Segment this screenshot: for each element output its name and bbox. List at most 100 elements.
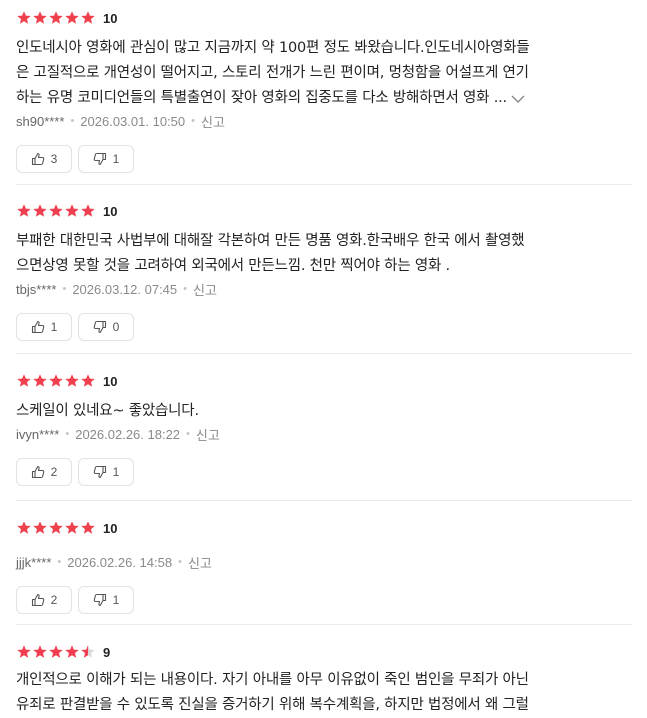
review-date: 2026.03.01. 10:50	[80, 113, 186, 129]
dislike-count: 0	[112, 320, 120, 334]
star-icon	[81, 374, 95, 387]
report-link[interactable]: 신고	[193, 280, 217, 299]
thumbs-down-icon	[93, 152, 106, 166]
thumbs-up-icon	[31, 152, 44, 166]
review-text-line: 으면상영 못할 것을 고려하여 외국에서 만든느낌. 천만 찍어야 하는 영화 …	[16, 258, 450, 274]
star-icon	[33, 11, 47, 24]
star-icon	[81, 204, 95, 217]
report-link[interactable]: 신고	[201, 112, 225, 131]
reviewer-id: jjjk****	[16, 554, 52, 570]
review-item: 10 스케일이 있네요~ 좋았습니다. ivyn**** • 2026.02.2…	[16, 373, 632, 486]
like-count: 2	[50, 593, 58, 607]
review-item: 10 jjjk**** • 2026.02.26. 14:58 • 신고 2 1	[16, 520, 632, 614]
star-icon	[17, 204, 31, 217]
dislike-button[interactable]: 1	[78, 145, 134, 173]
like-count: 1	[50, 320, 58, 334]
report-link[interactable]: 신고	[196, 425, 220, 444]
review-date: 2026.02.26. 14:58	[67, 554, 173, 570]
rating: 10	[16, 520, 632, 536]
review-item: 9 개인적으로 이해가 되는 내용이다. 자기 아내를 아무 이유없이 죽인 범…	[16, 644, 632, 718]
star-icon	[49, 204, 63, 217]
rating-score: 10	[103, 373, 118, 389]
star-icon	[49, 374, 63, 387]
star-rating	[16, 520, 96, 536]
chevron-down-icon[interactable]	[511, 94, 525, 104]
dislike-button[interactable]: 1	[78, 458, 134, 486]
like-count: 3	[50, 152, 58, 166]
review-text-line: 부패한 대한민국 사법부에 대해잘 각본하여 만든 명품 영화.한국배우 한국 …	[16, 233, 525, 249]
review-text-line-more[interactable]: 하는 유명 코미디언들의 특별출연이 잦아 영화의 집중도를 다소 방해하면서 …	[16, 86, 632, 111]
thumbs-down-icon	[93, 593, 106, 607]
review-text: 개인적으로 이해가 되는 내용이다. 자기 아내를 아무 이유없이 죽인 범인을…	[16, 668, 632, 718]
star-icon	[65, 11, 79, 24]
rating: 10	[16, 10, 632, 26]
star-rating	[16, 203, 96, 219]
rating-score: 9	[103, 644, 111, 660]
star-icon	[49, 521, 63, 534]
review-text-line: 인도네시아 영화에 관심이 많고 지금까지 약 100편 정도 봐왔습니다.인도…	[16, 40, 530, 56]
review-text-line: 유죄로 판결받을 수 있도록 진실을 증거하기 위해 복수계획을, 하지만 법정…	[16, 697, 529, 713]
vote-actions: 1 0	[16, 313, 632, 341]
review-meta: tbjs**** • 2026.03.12. 07:45 • 신고	[16, 279, 632, 299]
review-meta: ivyn**** • 2026.02.26. 18:22 • 신고	[16, 424, 632, 444]
star-icon	[33, 521, 47, 534]
review-text: 인도네시아 영화에 관심이 많고 지금까지 약 100편 정도 봐왔습니다.인도…	[16, 36, 632, 111]
report-link[interactable]: 신고	[188, 553, 212, 572]
review-text-line: 개인적으로 이해가 되는 내용이다. 자기 아내를 아무 이유없이 죽인 범인을…	[16, 672, 529, 688]
thumbs-up-icon	[31, 593, 44, 607]
star-icon	[49, 645, 63, 658]
separator-dot: •	[183, 283, 188, 295]
star-icon	[17, 645, 31, 658]
star-icon	[65, 645, 79, 658]
reviewer-id: tbjs****	[16, 281, 57, 297]
review-date: 2026.03.12. 07:45	[72, 281, 178, 297]
vote-actions: 2 1	[16, 586, 632, 614]
thumbs-up-icon	[31, 320, 44, 334]
dislike-count: 1	[112, 152, 120, 166]
review-date: 2026.02.26. 18:22	[75, 426, 181, 442]
review-meta: jjjk**** • 2026.02.26. 14:58 • 신고	[16, 552, 632, 572]
thumbs-down-icon	[93, 465, 106, 479]
like-button[interactable]: 2	[16, 586, 72, 614]
divider	[16, 353, 632, 354]
rating: 10	[16, 373, 632, 389]
review-meta: sh90**** • 2026.03.01. 10:50 • 신고	[16, 111, 632, 131]
like-count: 2	[50, 465, 58, 479]
like-button[interactable]: 1	[16, 313, 72, 341]
star-rating	[16, 644, 96, 660]
like-button[interactable]: 3	[16, 145, 72, 173]
divider	[16, 624, 632, 625]
star-rating	[16, 373, 96, 389]
review-text-line: 은 고질적으로 개연성이 떨어지고, 스토리 전개가 느린 편이며, 멍청함을 …	[16, 65, 529, 81]
separator-dot: •	[186, 428, 190, 440]
star-icon	[33, 645, 47, 658]
star-icon	[65, 374, 79, 387]
thumbs-up-icon	[31, 465, 44, 479]
star-icon	[17, 374, 31, 387]
star-rating	[16, 10, 96, 26]
thumbs-down-icon	[93, 320, 106, 334]
star-icon	[65, 521, 79, 534]
dislike-button[interactable]: 0	[78, 313, 134, 341]
star-icon	[81, 11, 95, 24]
separator-dot: •	[191, 115, 195, 127]
review-text: 스케일이 있네요~ 좋았습니다.	[16, 399, 632, 424]
rating: 10	[16, 203, 632, 219]
reviewer-id: ivyn****	[16, 426, 60, 442]
dislike-button[interactable]: 1	[78, 586, 134, 614]
star-icon	[49, 11, 63, 24]
vote-actions: 3 1	[16, 145, 632, 173]
rating: 9	[16, 644, 632, 660]
separator-dot: •	[65, 428, 70, 440]
review-text-line: 스케일이 있네요~ 좋았습니다.	[16, 403, 199, 419]
star-icon	[17, 11, 31, 24]
rating-score: 10	[103, 10, 118, 26]
dislike-count: 1	[112, 593, 120, 607]
star-icon	[33, 374, 47, 387]
like-button[interactable]: 2	[16, 458, 72, 486]
rating-score: 10	[103, 203, 118, 219]
divider	[16, 500, 632, 501]
separator-dot: •	[178, 556, 182, 568]
review-text: 부패한 대한민국 사법부에 대해잘 각본하여 만든 명품 영화.한국배우 한국 …	[16, 229, 632, 279]
reviewer-id: sh90****	[16, 113, 65, 129]
